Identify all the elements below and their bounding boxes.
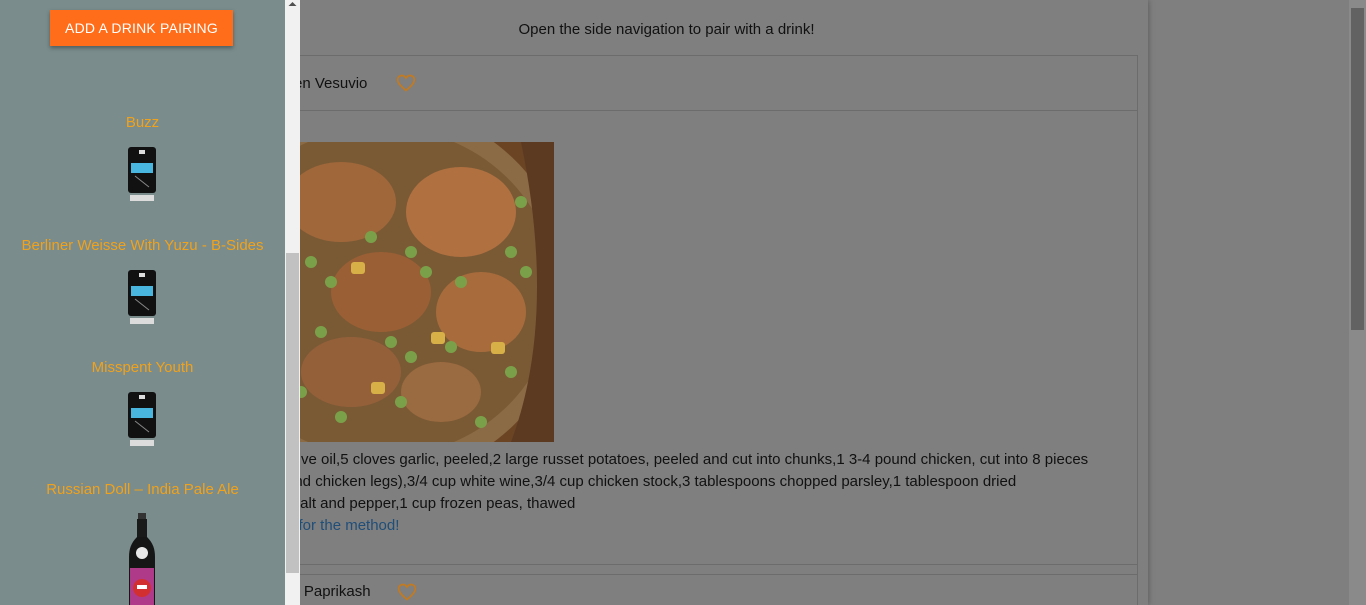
drink-item[interactable]: Russian Doll – India Pale Ale <box>0 481 285 498</box>
beer-bottle-icon[interactable] <box>127 513 157 605</box>
side-navigation: ADD A DRINK PAIRING Buzz Berliner Weisse… <box>0 0 285 605</box>
ingredients-line: und chicken legs),3/4 cup white wine,3/4… <box>286 473 1017 490</box>
page-scrollbar-thumb[interactable] <box>1351 8 1364 330</box>
heart-icon[interactable] <box>397 582 417 602</box>
recipe-image <box>281 142 554 442</box>
recipe-card-header: cken Vesuvio <box>196 56 1137 111</box>
recipe-ingredients: olive oil,5 cloves garlic, peeled,2 larg… <box>286 449 1116 537</box>
heart-icon[interactable] <box>396 73 416 93</box>
drink-name[interactable]: Buzz <box>0 114 285 131</box>
scroll-up-arrow-icon[interactable] <box>288 0 297 8</box>
add-drink-pairing-button[interactable]: ADD A DRINK PAIRING <box>50 10 233 46</box>
ingredients-line: ,Salt and pepper,1 cup frozen peas, thaw… <box>286 495 576 512</box>
beer-can-icon[interactable] <box>127 390 157 448</box>
drink-item[interactable]: Berliner Weisse With Yuzu - B-Sides <box>0 237 285 254</box>
sidenav-scrollbar-thumb[interactable] <box>286 253 299 573</box>
drink-item[interactable]: Buzz <box>0 114 285 131</box>
pairing-hint: Open the side navigation to pair with a … <box>518 21 815 38</box>
beer-can-icon[interactable] <box>127 145 157 203</box>
drink-name[interactable]: Misspent Youth <box>0 359 285 376</box>
drink-name[interactable]: Berliner Weisse With Yuzu - B-Sides <box>0 237 285 254</box>
method-link[interactable]: e for the method! <box>286 517 399 534</box>
page-scrollbar[interactable] <box>1349 0 1366 605</box>
ingredients-line: olive oil,5 cloves garlic, peeled,2 larg… <box>286 451 1089 468</box>
sidenav-scrollbar[interactable] <box>285 0 300 605</box>
drink-item[interactable]: Misspent Youth <box>0 359 285 376</box>
drink-name[interactable]: Russian Doll – India Pale Ale <box>0 481 285 498</box>
beer-can-icon[interactable] <box>127 268 157 326</box>
recipe-card: cken Vesuvio olive oil,5 cloves garlic, … <box>195 55 1138 575</box>
recipe-container: Open the side navigation to pair with a … <box>185 0 1148 605</box>
